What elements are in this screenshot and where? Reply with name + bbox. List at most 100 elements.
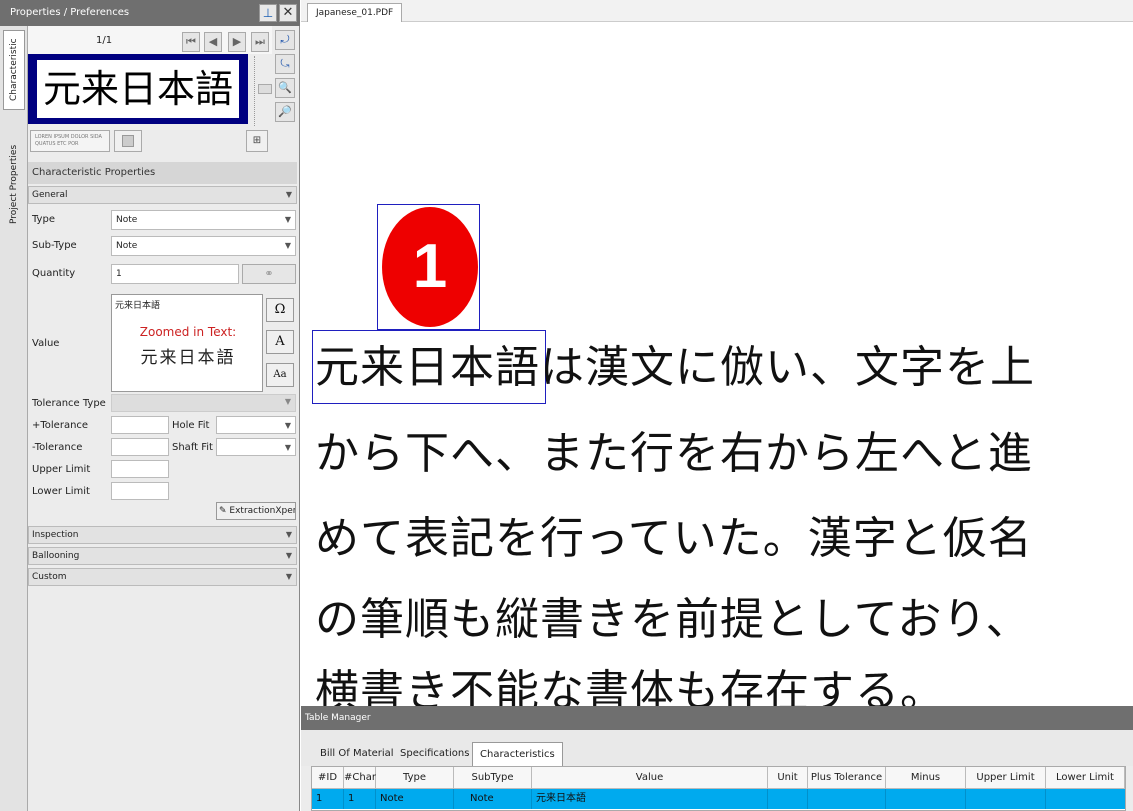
group-label: Custom (32, 572, 67, 582)
page-indicator: 1/1 (96, 35, 113, 46)
cell-value: 元来日本語 (532, 789, 768, 809)
minus-tolerance-input[interactable] (111, 438, 169, 456)
zoom-in-icon[interactable]: 🔍 (275, 78, 295, 98)
tab-japanese-pdf[interactable]: Japanese_01.PDF (307, 3, 403, 22)
subtype-select[interactable]: Note ▼ (111, 236, 296, 256)
cell-unit (768, 789, 808, 809)
vertical-tabs: Characteristic Project Properties (0, 26, 28, 811)
last-page-icon[interactable]: ⏭ (251, 32, 269, 52)
zoomed-label: Zoomed in Text: (139, 325, 237, 339)
hole-fit-select[interactable]: ▼ (216, 416, 296, 434)
chevron-down-icon: ▼ (284, 215, 291, 224)
document-view[interactable]: Japanese_01.PDF 1 元来日本語は漢文に倣い、文字を上 から下へ、… (301, 0, 1133, 706)
column-header[interactable]: SubType (454, 767, 532, 789)
value-text: 元来日本語 (115, 301, 161, 311)
properties-panel: Properties / Preferences ⊥ ✕ Characteris… (0, 0, 300, 811)
column-header[interactable]: Lower Limit (1046, 767, 1125, 789)
chevron-down-icon: ▼ (284, 421, 291, 430)
column-header[interactable]: Upper Limit (966, 767, 1046, 789)
lower-limit-input[interactable] (111, 482, 169, 500)
type-select[interactable]: Note ▼ (111, 210, 296, 230)
case-button[interactable]: Aa (266, 363, 294, 387)
next-page-icon[interactable]: ▶ (228, 32, 246, 52)
group-label: Inspection (32, 530, 79, 540)
preview-text: 元来日本語 (37, 60, 239, 118)
lower-limit-label: Lower Limit (32, 486, 90, 497)
column-header[interactable]: Unit (768, 767, 808, 789)
zoom-out-icon[interactable]: 🔎 (275, 102, 295, 122)
pin-icon[interactable]: ⊥ (259, 4, 277, 22)
extraction-xpert-button[interactable]: ✎ ExtractionXpert (216, 502, 296, 520)
column-header[interactable]: Value (532, 767, 768, 789)
characteristic-content: 1/1 ⏮ ◀ ▶ ⏭ ⤾ ⤿ 🔍 🔎 元来日本語 LOREN IPSUM DO… (28, 26, 299, 811)
balloon-marker[interactable]: 1 (382, 207, 478, 327)
column-header[interactable]: Type (376, 767, 454, 789)
first-page-icon[interactable]: ⏮ (182, 32, 200, 52)
document-line: 横書き不能な書体も存在する。 (315, 666, 945, 706)
cell-plus-tolerance (808, 789, 886, 809)
group-ballooning[interactable]: Ballooning ▼ (28, 547, 297, 565)
group-label: General (32, 190, 68, 200)
font-button[interactable]: A (266, 330, 294, 354)
tab-characteristic[interactable]: Characteristic (3, 30, 25, 110)
zoomed-text: 元来日本語 (140, 348, 236, 368)
chevron-down-icon: ▼ (284, 241, 291, 250)
chevron-down-icon: ▼ (285, 530, 292, 539)
wand-icon: ✎ (219, 506, 227, 516)
group-inspection[interactable]: Inspection ▼ (28, 526, 297, 544)
balloon-selection-box[interactable]: 1 (377, 204, 480, 330)
tab-bill-of-material[interactable]: Bill Of Material (313, 742, 401, 766)
document-line: 元来日本語は漢文に倣い、文字を上 (315, 342, 1035, 393)
thumbnail-text-image[interactable]: LOREN IPSUM DOLOR SIDA QUATUS ETC POR (30, 130, 110, 152)
shaft-fit-select[interactable]: ▼ (216, 438, 296, 456)
cell-id: 1 (312, 789, 344, 809)
minus-tolerance-label: -Tolerance (32, 442, 83, 453)
page-navigation: 1/1 ⏮ ◀ ▶ ⏭ (28, 26, 272, 54)
group-general[interactable]: General ▼ (28, 186, 297, 204)
extraction-xpert-label: ExtractionXpert (229, 506, 296, 516)
plus-tolerance-input[interactable] (111, 416, 169, 434)
table-manager-tabs: Bill Of Material Specifications Characte… (301, 730, 1133, 766)
section-title: Characteristic Properties (28, 162, 297, 184)
column-header[interactable]: #ID (312, 767, 344, 789)
prev-page-icon[interactable]: ◀ (204, 32, 222, 52)
group-label: Ballooning (32, 551, 80, 561)
tab-specifications[interactable]: Specifications (393, 742, 476, 766)
table-row[interactable]: 1 1 Note Note 元来日本語 (312, 789, 1125, 809)
value-label: Value (32, 338, 60, 349)
column-header[interactable]: Minus Tolerance (886, 767, 966, 805)
thumbnail-image-icon[interactable] (114, 130, 142, 152)
tab-project-properties[interactable]: Project Properties (3, 122, 25, 246)
balloon-number: 1 (412, 232, 448, 301)
chevron-down-icon: ▼ (284, 443, 291, 452)
value-input[interactable]: 元来日本語 Zoomed in Text: 元来日本語 (111, 294, 263, 392)
cell-upper-limit (966, 789, 1046, 809)
quantity-label: Quantity (32, 268, 76, 279)
add-image-icon[interactable]: ⊞ (246, 130, 268, 152)
chevron-down-icon: ▼ (285, 572, 292, 581)
tolerance-type-label: Tolerance Type (32, 398, 106, 409)
subtype-label: Sub-Type (32, 240, 77, 251)
table-manager-title: Table Manager (301, 706, 1133, 730)
quantity-input[interactable]: 1 (111, 264, 239, 284)
cell-minus-tolerance (886, 789, 966, 809)
slider-handle[interactable] (258, 84, 272, 94)
column-header[interactable]: Plus Tolerance (808, 767, 886, 789)
panel-title: Properties / Preferences (0, 0, 300, 26)
hole-fit-label: Hole Fit (172, 420, 210, 431)
close-icon[interactable]: ✕ (279, 4, 297, 22)
link-icon[interactable]: ⚭ (242, 264, 296, 284)
cell-type: Note (376, 789, 454, 809)
omega-symbol-button[interactable]: Ω (266, 298, 294, 322)
tab-characteristics[interactable]: Characteristics (472, 742, 563, 766)
upper-limit-label: Upper Limit (32, 464, 91, 475)
rotate-icon[interactable]: ⤾ (275, 30, 295, 50)
document-tabbar: Japanese_01.PDF (301, 0, 1133, 22)
column-header[interactable]: #Char (344, 767, 376, 789)
group-custom[interactable]: Custom ▼ (28, 568, 297, 586)
characteristics-table: #ID #Char Type SubType Value Unit Plus T… (311, 766, 1126, 811)
tolerance-type-select[interactable]: ▼ (111, 394, 296, 412)
rotate-left-icon[interactable]: ⤿ (275, 54, 295, 74)
upper-limit-input[interactable] (111, 460, 169, 478)
document-line: から下へ、また行を右から左へと進 (315, 428, 1033, 479)
